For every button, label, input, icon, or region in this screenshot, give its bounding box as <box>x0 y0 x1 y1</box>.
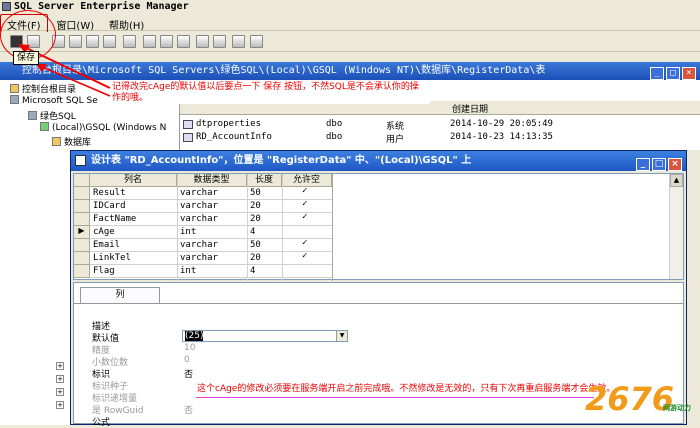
app-titlebar: SQL Server Enterprise Manager <box>0 0 700 13</box>
grid-divider <box>247 174 248 281</box>
default-value-field[interactable]: (25) ▼ <box>182 330 348 342</box>
show-grid-icon[interactable] <box>250 35 263 48</box>
index-icon[interactable] <box>160 35 173 48</box>
table-row[interactable]: Result varchar 50 ✓ <box>74 186 332 200</box>
copy-icon[interactable] <box>86 35 99 48</box>
prop-rowguid-value: 否 <box>184 406 194 416</box>
columns-grid: 列名 数据类型 长度 允许空 Result varchar 50 ✓ IDCar… <box>73 173 684 281</box>
minimize-button[interactable]: _ <box>650 67 664 80</box>
folder-icon <box>10 84 19 93</box>
watermark-logo: 2676 网游动力 <box>585 380 695 425</box>
table-row[interactable]: IDCard varchar 20 ✓ <box>74 199 332 213</box>
key-icon[interactable] <box>123 35 136 48</box>
table-row[interactable]: FactName varchar 20 ✓ <box>74 212 332 226</box>
child-window-title: 控制台根目录\Microsoft SQL Servers\绿色SQL\(Loca… <box>22 65 546 76</box>
annotation-restart-note: 这个cAge的修改必须要在服务端开启之前完成哦。不然修改是无效的，只有下次再重启… <box>197 384 616 394</box>
server-group-icon <box>28 111 37 120</box>
grid-corner <box>74 174 90 187</box>
allow-null-checkbox[interactable]: ✓ <box>302 199 307 209</box>
row-selector[interactable] <box>74 265 90 278</box>
grid-divider <box>177 174 178 281</box>
tree-expander[interactable]: + <box>56 401 64 409</box>
tree-servers[interactable]: Microsoft SQL Se <box>10 95 98 106</box>
scroll-up-icon[interactable]: ▲ <box>670 174 683 187</box>
maximize-button[interactable]: □ <box>666 67 680 80</box>
server-icon <box>10 95 19 104</box>
watermark-brand: 2676 <box>585 380 675 418</box>
row-selector[interactable] <box>74 252 90 265</box>
tree-expander[interactable]: + <box>56 388 64 396</box>
tree-group[interactable]: 绿色SQL <box>28 109 76 122</box>
dialog-title: 设计表 "RD_AccountInfo"，位置是 "RegisterData" … <box>91 155 472 166</box>
annotation-save-note: 记得改完cAge的默认值以后要点一下 保存 按钮，不然SQL是不会承认你的操作的… <box>112 82 419 103</box>
allow-null-checkbox[interactable]: ✓ <box>302 186 307 196</box>
row-selector[interactable] <box>74 213 90 226</box>
tab-columns[interactable]: 列 <box>80 287 160 303</box>
dropdown-arrow-icon[interactable]: ▼ <box>336 331 347 341</box>
app-title: SQL Server Enterprise Manager <box>14 1 189 12</box>
list-row[interactable]: RD_AccountInfo dbo 用户 2014-10-23 14:13:3… <box>180 131 700 145</box>
table-icon <box>183 133 193 142</box>
default-value-text: (25) <box>185 331 204 341</box>
tree-instance[interactable]: (Local)\GSQL (Windows N <box>40 122 166 133</box>
dialog-titlebar: 设计表 "RD_AccountInfo"，位置是 "RegisterData" … <box>71 151 686 171</box>
close-button[interactable]: × <box>682 67 696 80</box>
dialog-maximize-button[interactable]: □ <box>652 158 666 171</box>
table-row[interactable]: LinkTel varchar 20 ✓ <box>74 251 332 265</box>
menu-window[interactable]: 窗口(W) <box>50 15 100 32</box>
row-selector[interactable] <box>74 187 90 200</box>
toolbar <box>0 32 700 52</box>
allow-null-checkbox[interactable]: ✓ <box>302 212 307 222</box>
prop-formula-label: 公式 <box>92 418 111 428</box>
dialog-minimize-button[interactable]: _ <box>636 158 650 171</box>
table-row-selected[interactable]: ▶ cAge int 4 <box>74 226 332 239</box>
allow-null-checkbox[interactable]: ✓ <box>302 251 307 261</box>
manage-triggers-icon[interactable] <box>232 35 245 48</box>
row-selector[interactable] <box>74 239 90 252</box>
header-length[interactable]: 长度 <box>247 174 282 187</box>
tree-expander[interactable]: + <box>56 362 64 370</box>
constraints-icon[interactable] <box>177 35 190 48</box>
cut-icon[interactable] <box>69 35 82 48</box>
relationships-icon[interactable] <box>143 35 156 48</box>
grid-divider <box>282 174 283 281</box>
header-data-type[interactable]: 数据类型 <box>177 174 247 187</box>
prop-scale-value: 0 <box>184 355 190 365</box>
prop-precision-value: 10 <box>184 343 196 353</box>
menu-help[interactable]: 帮助(H) <box>103 15 150 32</box>
paste-icon[interactable] <box>103 35 116 48</box>
tree-root[interactable]: 控制台根目录 <box>10 82 76 95</box>
header-column-name[interactable]: 列名 <box>90 174 177 187</box>
dialog-close-button[interactable]: × <box>668 158 682 171</box>
app-icon <box>2 2 11 11</box>
menu-bar: 文件(F) 窗口(W) 帮助(H) <box>0 14 700 33</box>
tab-divider <box>74 303 683 304</box>
insert-column-icon[interactable] <box>196 35 209 48</box>
row-selector[interactable] <box>74 200 90 213</box>
grid-divider <box>332 174 333 281</box>
save-tooltip: 保存 <box>13 51 40 65</box>
server-running-icon <box>40 122 49 131</box>
tree-databases[interactable]: 数据库 <box>52 135 91 148</box>
child-window-titlebar: 控制台根目录\Microsoft SQL Servers\绿色SQL\(Loca… <box>0 62 700 80</box>
watermark-sub: 网游动力 <box>663 404 691 412</box>
design-table-icon <box>75 155 86 166</box>
allow-null-checkbox[interactable]: ✓ <box>302 238 307 248</box>
delete-column-icon[interactable] <box>213 35 226 48</box>
header-create-date[interactable]: 创建日期 <box>452 102 488 115</box>
tree-expander[interactable]: + <box>56 375 64 383</box>
grid-scrollbar[interactable]: ▲ <box>669 174 683 279</box>
annotation-underline <box>196 397 594 398</box>
table-row[interactable]: Email varchar 50 ✓ <box>74 238 332 252</box>
table-icon <box>183 120 193 129</box>
table-row[interactable]: Flag int 4 <box>74 265 332 278</box>
current-row-arrow-icon[interactable]: ▶ <box>74 226 90 239</box>
list-row[interactable]: dtproperties dbo 系统 2014-10-29 20:05:49 <box>180 118 700 132</box>
folder-icon <box>52 137 61 146</box>
prop-identity-value[interactable]: 否 <box>184 367 193 380</box>
